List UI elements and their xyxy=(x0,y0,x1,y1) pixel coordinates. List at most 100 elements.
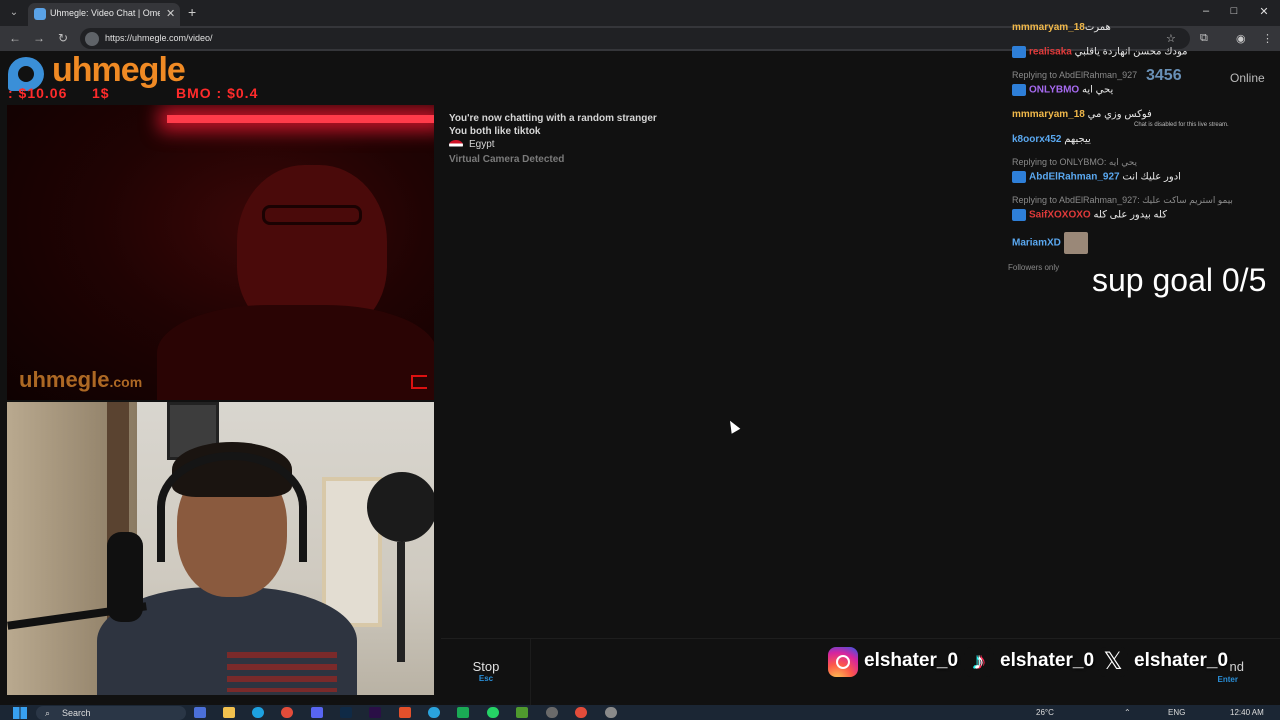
chat-badge-icon xyxy=(1012,209,1026,221)
taskbar-search[interactable]: ⌕ Search xyxy=(36,706,186,720)
followers-only-notice: Followers only xyxy=(1008,263,1060,272)
app-gray-icon[interactable] xyxy=(546,707,558,718)
chat-username: k8oorx452 xyxy=(1012,134,1062,145)
send-label: nd xyxy=(1229,659,1244,674)
telegram-icon[interactable] xyxy=(428,707,440,718)
send-shortcut: Enter xyxy=(1217,675,1238,684)
chat-username: mmmaryam_18 xyxy=(1012,109,1085,120)
chat-text: همرت xyxy=(1084,22,1111,33)
weather-temp[interactable]: 26°C xyxy=(1036,708,1054,717)
site-info-icon[interactable] xyxy=(85,32,99,46)
sup-goal-text: sup goal 0/5 xyxy=(1092,262,1267,298)
windows-taskbar: ⌕ Search 26°C ⌃ ENG 12:40 AM xyxy=(0,705,1280,720)
watermark-suffix: .com xyxy=(109,374,143,390)
chat-text: كله بيدور على كله xyxy=(1093,209,1167,221)
reload-icon[interactable]: ↻ xyxy=(55,31,71,45)
overlay-chat-reply: Replying to AbdElRahman_927: بيمو استريم… xyxy=(1012,195,1233,205)
virtual-camera-notice: Virtual Camera Detected xyxy=(449,154,565,165)
overlay-chat-reply: Replying to ONLYBMO: يحي ايه xyxy=(1012,157,1138,167)
common-interest-line: You both like tiktok xyxy=(449,126,541,137)
chat-username: AbdElRahman_927 xyxy=(1029,171,1120,183)
egypt-flag-icon xyxy=(449,140,463,150)
chat-status-line: You're now chatting with a random strang… xyxy=(449,113,657,124)
chat-text: يحي ايه xyxy=(1081,84,1114,96)
tab-close-icon[interactable]: ✕ xyxy=(166,7,175,20)
language-indicator[interactable]: ENG xyxy=(1168,708,1185,717)
premiere-icon[interactable] xyxy=(369,707,381,718)
stranger-body xyxy=(157,305,434,400)
browser-tab[interactable]: Uhmegle: Video Chat | Ome ✕ xyxy=(28,3,180,26)
shirt-stripes xyxy=(227,652,337,692)
overlay-chat-message: realisaka مودك محسن انهاردة ياقلبي xyxy=(1012,46,1188,58)
self-video xyxy=(7,402,434,695)
app-green-icon[interactable] xyxy=(457,707,469,718)
url-text: https://uhmegle.com/video/ xyxy=(105,33,213,43)
microphone xyxy=(107,532,143,622)
stop-button[interactable]: Stop Esc xyxy=(441,639,531,706)
whatsapp-icon[interactable] xyxy=(487,707,499,718)
tab-title: Uhmegle: Video Chat | Ome xyxy=(50,8,160,18)
back-arrow-icon[interactable]: ← xyxy=(7,31,23,45)
brave-icon[interactable] xyxy=(399,707,411,718)
tab-list-chevron-icon[interactable]: ⌄ xyxy=(6,5,22,21)
x-handle-text: elshater_0 xyxy=(1134,650,1229,671)
tiktok-handle-text: elshater_0 xyxy=(1000,650,1095,671)
online-label: Online xyxy=(1230,71,1265,85)
video-watermark: uhmegle.com xyxy=(19,367,142,393)
led-strip xyxy=(167,115,434,123)
chat-username: mmmaryam_18 xyxy=(1012,22,1085,33)
stop-shortcut: Esc xyxy=(478,674,494,683)
background-fan-pole xyxy=(397,542,405,662)
overlay-chat-message: mmmaryam_18همرت xyxy=(1012,22,1111,33)
chat-disabled-notice: Chat is disabled for this live stream. xyxy=(1134,122,1229,128)
chrome-icon[interactable] xyxy=(281,707,293,718)
chat-username: ONLYBMO xyxy=(1029,84,1080,96)
chat-badge-icon xyxy=(1012,46,1026,58)
x-icon: 𝕏 xyxy=(1098,647,1128,677)
chat-text: فوكس وزي مي xyxy=(1087,109,1152,120)
photoshop-icon[interactable] xyxy=(340,707,352,718)
minecraft-icon[interactable] xyxy=(516,707,528,718)
chat-text: ادور عليك انت xyxy=(1122,171,1181,183)
chrome-alt-icon[interactable] xyxy=(575,707,587,718)
background-fan xyxy=(367,472,434,542)
chat-badge-icon xyxy=(1012,171,1026,183)
viewer-count: 3456 xyxy=(1146,67,1182,84)
file-explorer-icon[interactable] xyxy=(223,707,235,718)
sticker-image xyxy=(1063,232,1088,254)
edge-icon[interactable] xyxy=(252,707,264,718)
overlay-chat-message: k8oorx452 ييجيهم xyxy=(1012,134,1091,145)
chat-username: MariamXD xyxy=(1012,237,1061,249)
forward-arrow-icon[interactable]: → xyxy=(31,31,47,45)
report-flag-icon[interactable] xyxy=(411,375,427,389)
donation-amount-c: BMO : $0.4 xyxy=(176,85,259,101)
windows-start-icon[interactable] xyxy=(13,707,27,719)
stranger-country: Egypt xyxy=(469,139,495,150)
overlay-chat-message: SaifXOXOXO كله بيدور على كله xyxy=(1012,209,1167,221)
settings-icon[interactable] xyxy=(605,707,617,718)
chat-text: ييجيهم xyxy=(1064,134,1091,145)
donation-amount-a: : $10.06 xyxy=(8,85,68,101)
overlay-chat-message: ONLYBMO يحي ايه xyxy=(1012,84,1113,96)
instagram-icon xyxy=(828,647,858,677)
chat-text: مودك محسن انهاردة ياقلبي xyxy=(1074,46,1188,58)
overlay-chat-message: MariamXD xyxy=(1012,232,1088,254)
overlay-chat-message: mmmaryam_18 فوكس وزي مي xyxy=(1012,109,1152,120)
instagram-handle-text: elshater_0 xyxy=(864,650,959,671)
stranger-glasses xyxy=(262,205,362,225)
stranger-video: uhmegle.com xyxy=(7,105,434,400)
uhmegle-favicon-icon xyxy=(34,8,46,20)
chat-badge-icon xyxy=(1012,84,1026,96)
clock[interactable]: 12:40 AM xyxy=(1230,708,1264,717)
chat-username: SaifXOXOXO xyxy=(1029,209,1091,221)
search-icon: ⌕ xyxy=(45,708,51,718)
new-tab-icon[interactable]: + xyxy=(188,4,196,20)
chat-log: You're now chatting with a random strang… xyxy=(441,105,1001,635)
tiktok-icon: ♪ xyxy=(964,647,994,677)
watermark-main: uhmegle xyxy=(19,367,110,392)
headset xyxy=(157,452,307,562)
discord-icon[interactable] xyxy=(311,707,323,718)
task-view-icon[interactable] xyxy=(194,707,206,718)
tray-chevron-icon[interactable]: ⌃ xyxy=(1124,708,1131,717)
chat-username: realisaka xyxy=(1029,46,1072,58)
